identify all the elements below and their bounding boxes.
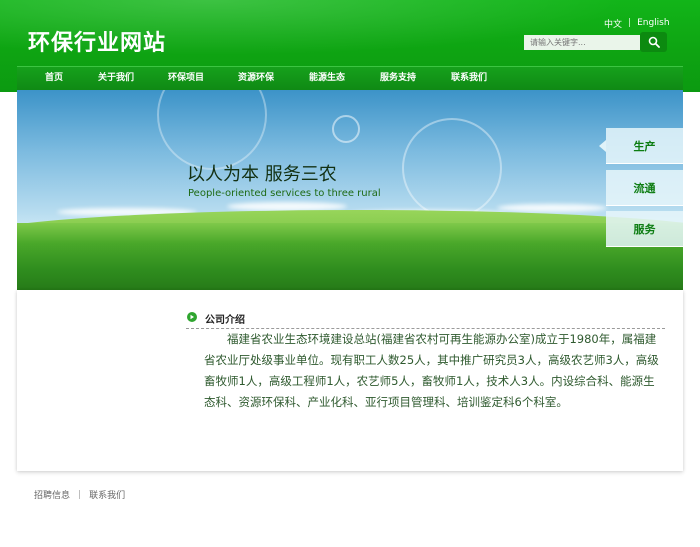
nav-item-projects[interactable]: 环保项目 xyxy=(168,67,204,90)
grass-field xyxy=(17,223,683,290)
banner-subtitle: People-oriented services to three rural xyxy=(188,188,381,199)
nav-item-support[interactable]: 服务支持 xyxy=(380,67,416,90)
side-tab-label: 服务 xyxy=(633,222,656,236)
banner-title: 以人为本 服务三农 xyxy=(187,164,337,185)
tab-arrow-icon xyxy=(599,140,606,152)
banner: 以人为本 服务三农 People-oriented services to th… xyxy=(17,90,683,290)
site-title[interactable]: 环保行业网站 xyxy=(28,25,166,57)
footer-separator: | xyxy=(78,489,82,500)
lens-flare xyxy=(332,115,360,143)
footer-link-contact[interactable]: 联系我们 xyxy=(89,488,125,501)
nav-item-home[interactable]: 首页 xyxy=(45,67,63,90)
arrow-right-icon xyxy=(190,314,194,320)
side-tab-label: 生产 xyxy=(633,139,656,153)
nav-item-resources[interactable]: 资源环保 xyxy=(238,67,274,90)
lang-chinese-link[interactable]: 中文 xyxy=(604,17,622,30)
nav-item-about[interactable]: 关于我们 xyxy=(98,67,134,90)
side-tab-circulation[interactable]: 流通 xyxy=(606,170,683,206)
lang-separator: | xyxy=(628,18,632,28)
search-button[interactable] xyxy=(640,32,667,52)
cloud xyxy=(497,204,607,212)
section-title: 公司介绍 xyxy=(205,315,245,326)
bullet-arrow-icon xyxy=(187,312,197,322)
side-tab-service[interactable]: 服务 xyxy=(606,211,683,247)
search-icon xyxy=(648,36,660,48)
nav-item-contact[interactable]: 联系我们 xyxy=(451,67,487,90)
footer-link-jobs[interactable]: 招聘信息 xyxy=(34,488,70,501)
search-input[interactable] xyxy=(524,35,640,50)
side-tab-production[interactable]: 生产 xyxy=(599,128,683,164)
intro-paragraph: 福建省农业生态环境建设总站(福建省农村可再生能源办公室)成立于1980年，属福建… xyxy=(204,332,659,409)
nav-item-energy[interactable]: 能源生态 xyxy=(309,67,345,90)
language-bar: 中文 | English xyxy=(604,17,670,30)
lang-english-link[interactable]: English xyxy=(637,18,670,28)
side-tab-label: 流通 xyxy=(633,181,656,195)
lens-flare-large xyxy=(402,118,502,218)
sun-flare xyxy=(157,90,267,170)
main-nav: 首页 关于我们 环保项目 资源环保 能源生态 服务支持 联系我们 xyxy=(17,66,683,90)
footer-links: 招聘信息 | 联系我们 xyxy=(34,488,125,502)
